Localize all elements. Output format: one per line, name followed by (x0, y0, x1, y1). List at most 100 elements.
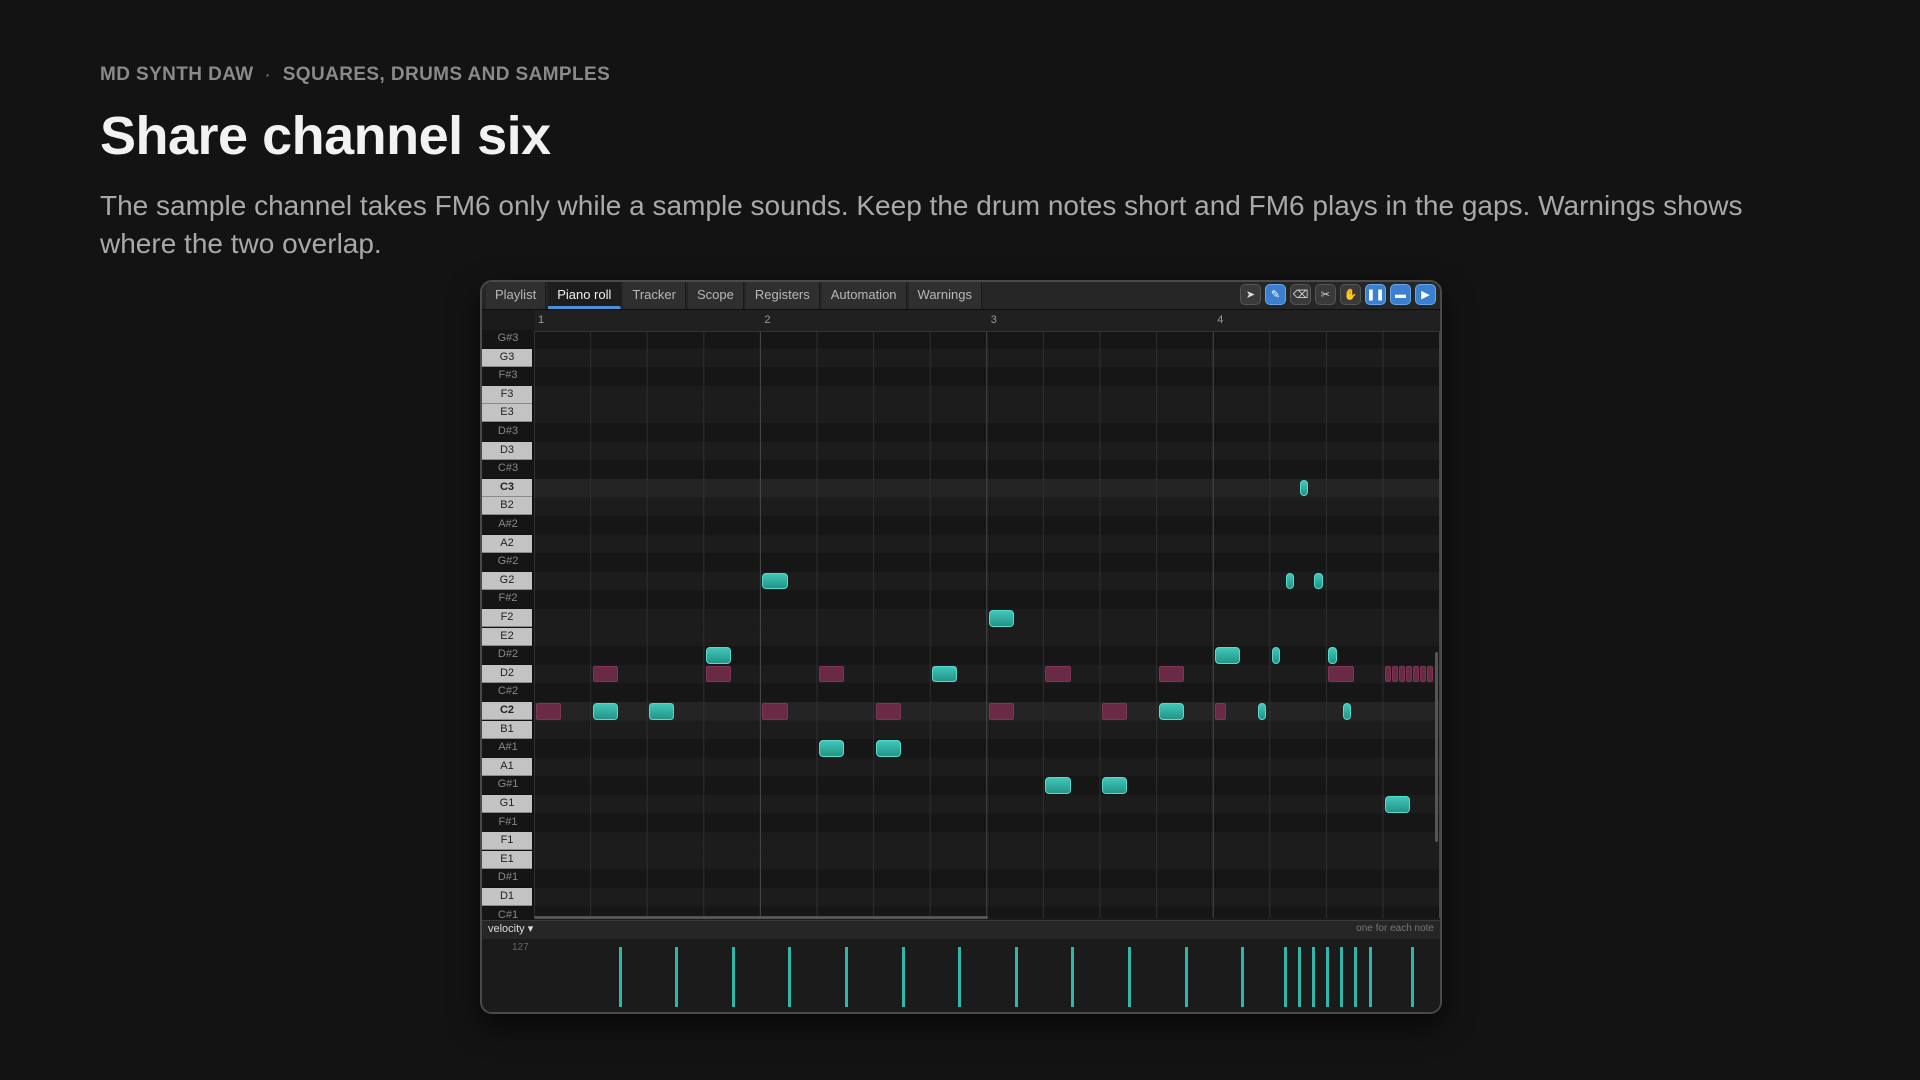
velocity-bar[interactable] (958, 947, 962, 1007)
drum-note[interactable] (819, 665, 845, 683)
fm-note[interactable] (1285, 572, 1295, 590)
drum-note[interactable] (1420, 665, 1427, 683)
drum-note[interactable] (1328, 665, 1354, 683)
velocity-bar[interactable] (1184, 947, 1188, 1007)
fm-note[interactable] (988, 610, 1015, 627)
fm-note[interactable] (1045, 777, 1071, 794)
drum-note[interactable] (1102, 703, 1128, 720)
drum-note[interactable] (1215, 703, 1227, 720)
fm-note[interactable] (1342, 703, 1351, 720)
velocity-bar[interactable] (731, 947, 735, 1007)
drum-note[interactable] (1399, 665, 1406, 683)
cut-tool[interactable]: ✂ (1315, 284, 1336, 305)
piano-key-e1[interactable]: E1 (482, 850, 532, 869)
velocity-bar[interactable] (1071, 947, 1075, 1007)
piano-key-cs2[interactable]: C#2 (482, 683, 534, 702)
fm-note[interactable] (705, 647, 732, 664)
fm-note[interactable] (875, 740, 901, 757)
fm-note[interactable] (1215, 647, 1241, 664)
piano-key-gs3[interactable]: G#3 (482, 330, 534, 348)
tab-automation[interactable]: Automation (821, 282, 907, 309)
velocity-bar[interactable] (845, 947, 848, 1007)
hand-tool[interactable]: ✋ (1340, 284, 1361, 305)
fm-note[interactable] (1158, 703, 1184, 720)
fm-note[interactable] (762, 572, 788, 590)
velocity-bar[interactable] (1241, 947, 1245, 1007)
vertical-scrollbar[interactable] (1435, 652, 1438, 842)
drum-note[interactable] (1385, 665, 1391, 683)
drum-note[interactable] (592, 665, 618, 683)
velocity-bar[interactable] (1340, 947, 1344, 1007)
piano-key-cs3[interactable]: C#3 (482, 460, 534, 479)
tab-registers[interactable]: Registers (745, 282, 820, 309)
piano-key-f2[interactable]: F2 (482, 609, 532, 627)
velocity-dropdown[interactable]: velocity ▾ (488, 922, 533, 935)
piano-key-e2[interactable]: E2 (482, 627, 532, 646)
velocity-bar[interactable] (1368, 947, 1372, 1007)
fm-note[interactable] (1271, 647, 1281, 664)
note-grid[interactable] (534, 332, 1440, 918)
play-button[interactable]: ▶ (1415, 284, 1436, 305)
piano-key-d3[interactable]: D3 (482, 441, 532, 460)
piano-key-b1[interactable]: B1 (482, 720, 532, 739)
drum-note[interactable] (1392, 665, 1399, 683)
drum-note[interactable] (1158, 665, 1184, 683)
piano-key-c2[interactable]: C2 (482, 702, 532, 720)
velocity-bar[interactable] (1283, 947, 1287, 1007)
piano-key-d2[interactable]: D2 (482, 664, 532, 683)
drum-note[interactable] (1406, 665, 1413, 683)
drum-note[interactable] (1045, 665, 1071, 683)
velocity-bar[interactable] (1326, 947, 1330, 1007)
velocity-bar[interactable] (1128, 947, 1131, 1007)
piano-key-g2[interactable]: G2 (482, 571, 532, 590)
timeline-ruler[interactable]: 1 2 3 4 (534, 310, 1440, 332)
piano-key-ds3[interactable]: D#3 (482, 423, 534, 441)
piano-key-c3[interactable]: C3 (482, 478, 532, 497)
tab-playlist[interactable]: Playlist (486, 282, 547, 309)
piano-key-a2[interactable]: A2 (482, 534, 532, 553)
fm-note[interactable] (592, 703, 618, 720)
fm-note[interactable] (1385, 796, 1411, 813)
piano-key-ds2[interactable]: D#2 (482, 646, 534, 665)
drum-note[interactable] (988, 703, 1015, 720)
velocity-bar[interactable] (675, 947, 679, 1007)
piano-key-fs1[interactable]: F#1 (482, 813, 534, 832)
piano-key-as2[interactable]: A#2 (482, 516, 534, 534)
piano-key-g3[interactable]: G3 (482, 348, 532, 367)
fm-note[interactable] (1328, 647, 1337, 664)
drum-note[interactable] (1427, 665, 1434, 683)
velocity-bar[interactable] (1354, 947, 1358, 1007)
velocity-bar[interactable] (1411, 947, 1414, 1007)
piano-key-ds1[interactable]: D#1 (482, 869, 534, 888)
piano-key-f3[interactable]: F3 (482, 385, 532, 404)
drum-note[interactable] (875, 703, 901, 720)
velocity-bar[interactable] (1014, 947, 1018, 1007)
loop-button[interactable]: ▬ (1390, 284, 1411, 305)
piano-key-as1[interactable]: A#1 (482, 739, 534, 758)
piano-key-gs2[interactable]: G#2 (482, 553, 534, 572)
tab-tracker[interactable]: Tracker (623, 282, 686, 309)
piano-key-fs3[interactable]: F#3 (482, 367, 534, 386)
piano-key-e3[interactable]: E3 (482, 404, 532, 423)
velocity-bar[interactable] (788, 947, 792, 1007)
piano-key-fs2[interactable]: F#2 (482, 590, 534, 609)
pencil-tool[interactable]: ✎ (1265, 284, 1286, 305)
select-tool[interactable]: ➤ (1240, 284, 1261, 305)
velocity-bar[interactable] (1297, 947, 1301, 1007)
tab-scope[interactable]: Scope (687, 282, 744, 309)
piano-key-b2[interactable]: B2 (482, 497, 532, 516)
drum-note[interactable] (705, 665, 732, 683)
piano-key-a1[interactable]: A1 (482, 757, 532, 776)
piano-key-f1[interactable]: F1 (482, 832, 532, 851)
velocity-bar[interactable] (901, 947, 905, 1007)
piano-key-gs1[interactable]: G#1 (482, 776, 534, 795)
piano-key-g1[interactable]: G1 (482, 795, 532, 813)
fm-note[interactable] (819, 740, 845, 757)
fm-note[interactable] (649, 703, 675, 720)
fm-note[interactable] (1314, 572, 1323, 590)
fm-note[interactable] (932, 665, 958, 683)
drum-note[interactable] (762, 703, 788, 720)
fm-note[interactable] (1102, 777, 1128, 794)
velocity-lane[interactable]: 127 (482, 939, 1440, 1012)
pause-button[interactable]: ❚❚ (1365, 284, 1386, 305)
